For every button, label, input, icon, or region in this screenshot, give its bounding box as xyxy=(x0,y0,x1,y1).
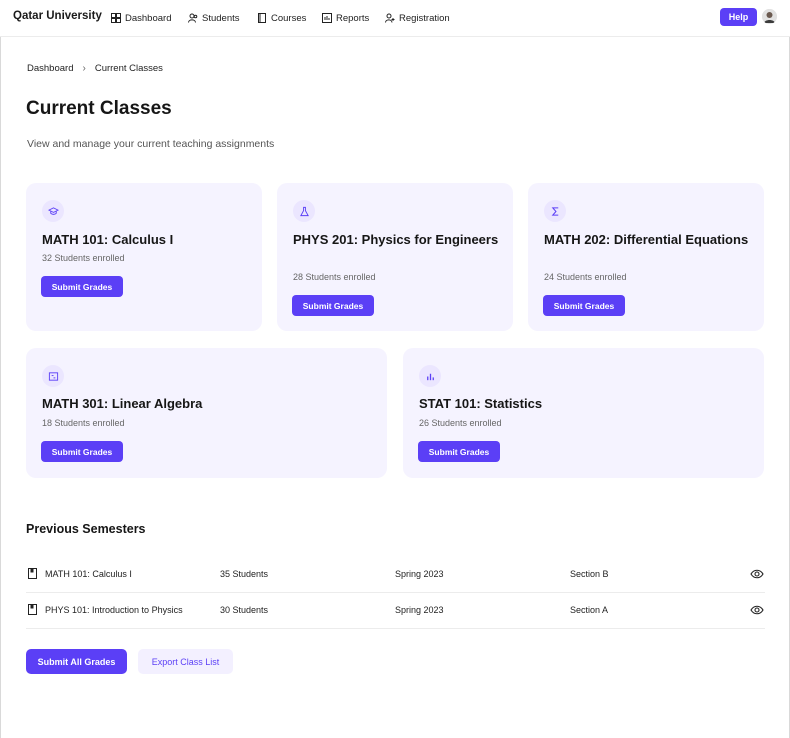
class-icon-badge xyxy=(293,200,315,222)
section: Section B xyxy=(570,569,609,579)
eye-icon[interactable] xyxy=(750,568,764,580)
user-plus-icon xyxy=(385,13,395,23)
nav-item-registration[interactable]: Registration xyxy=(385,11,450,25)
class-enrolled: 18 Students enrolled xyxy=(42,418,125,428)
class-title: MATH 301: Linear Algebra xyxy=(42,396,203,411)
class-title: MATH 202: Differential Equations xyxy=(544,232,749,247)
document-icon xyxy=(28,604,37,615)
nav-item-courses[interactable]: Courses xyxy=(257,11,306,25)
submit-grades-button[interactable]: Submit Grades xyxy=(41,276,123,297)
breadcrumb: Dashboard › Current Classes xyxy=(27,63,163,74)
eye-icon[interactable] xyxy=(750,604,764,616)
brand-logo[interactable]: Qatar University xyxy=(13,10,102,22)
dashboard-icon xyxy=(111,13,121,23)
student-count: 35 Students xyxy=(220,569,269,579)
class-enrolled: 28 Students enrolled xyxy=(293,272,376,282)
nav-label: Students xyxy=(202,12,240,24)
submit-grades-button[interactable]: Submit Grades xyxy=(292,295,374,316)
class-title: MATH 101: Calculus I xyxy=(42,232,174,247)
document-icon xyxy=(28,568,37,579)
course-name: PHYS 101: Introduction to Physics xyxy=(45,605,183,615)
breadcrumb-current: Current Classes xyxy=(94,63,163,74)
semester: Spring 2023 xyxy=(395,569,444,579)
nav-label: Dashboard xyxy=(125,12,172,24)
book-icon xyxy=(258,13,266,23)
class-icon-badge xyxy=(544,200,566,222)
chevron-right-icon: › xyxy=(82,63,86,74)
class-card: MATH 101: Calculus I 32 Students enrolle… xyxy=(26,183,262,331)
submit-all-grades-button[interactable]: Submit All Grades xyxy=(26,649,127,674)
nav-label: Registration xyxy=(399,12,450,24)
table-row[interactable]: PHYS 101: Introduction to Physics 30 Stu… xyxy=(26,593,765,629)
class-icon-badge xyxy=(42,365,64,387)
previous-semesters-title: Previous Semesters xyxy=(26,522,146,536)
breadcrumb-home[interactable]: Dashboard xyxy=(27,63,73,74)
flask-icon xyxy=(299,206,309,216)
nav-item-students[interactable]: Students xyxy=(188,11,240,25)
table-row[interactable]: MATH 101: Calculus I 35 Students Spring … xyxy=(26,557,765,593)
class-card: MATH 301: Linear Algebra 18 Students enr… xyxy=(26,348,387,478)
class-icon-badge xyxy=(419,365,441,387)
export-class-list-button[interactable]: Export Class List xyxy=(138,649,233,674)
semester: Spring 2023 xyxy=(395,605,444,615)
submit-grades-button[interactable]: Submit Grades xyxy=(418,441,500,462)
class-enrolled: 32 Students enrolled xyxy=(42,253,125,263)
class-enrolled: 24 Students enrolled xyxy=(544,272,627,282)
users-icon xyxy=(188,13,198,23)
chart-icon xyxy=(322,13,332,23)
sigma-icon xyxy=(551,206,558,216)
nav-label: Reports xyxy=(336,12,370,24)
class-card: PHYS 201: Physics for Engineers 28 Stude… xyxy=(277,183,513,331)
bar-chart-icon xyxy=(426,373,434,380)
submit-grades-button[interactable]: Submit Grades xyxy=(543,295,625,316)
page-subtitle: View and manage your current teaching as… xyxy=(27,138,275,150)
top-nav: Qatar University Dashboard Students Cour… xyxy=(0,0,790,37)
page-title: Current Classes xyxy=(26,98,172,119)
avatar[interactable] xyxy=(762,9,777,24)
graduation-cap-icon xyxy=(47,206,59,215)
course-name: MATH 101: Calculus I xyxy=(45,569,132,579)
class-icon-badge xyxy=(42,200,64,222)
section: Section A xyxy=(570,605,609,615)
matrix-icon xyxy=(48,371,58,381)
class-card: MATH 202: Differential Equations 24 Stud… xyxy=(528,183,764,331)
nav-label: Courses xyxy=(271,12,307,24)
submit-grades-button[interactable]: Submit Grades xyxy=(41,441,123,462)
nav-item-reports[interactable]: Reports xyxy=(322,11,369,25)
class-title: PHYS 201: Physics for Engineers xyxy=(293,232,499,247)
help-button[interactable]: Help xyxy=(720,8,757,26)
class-enrolled: 26 Students enrolled xyxy=(419,418,502,428)
nav-item-dashboard[interactable]: Dashboard xyxy=(111,11,171,25)
class-title: STAT 101: Statistics xyxy=(419,396,543,411)
user-avatar-icon xyxy=(762,9,777,24)
student-count: 30 Students xyxy=(220,605,269,615)
class-card: STAT 101: Statistics 26 Students enrolle… xyxy=(403,348,764,478)
